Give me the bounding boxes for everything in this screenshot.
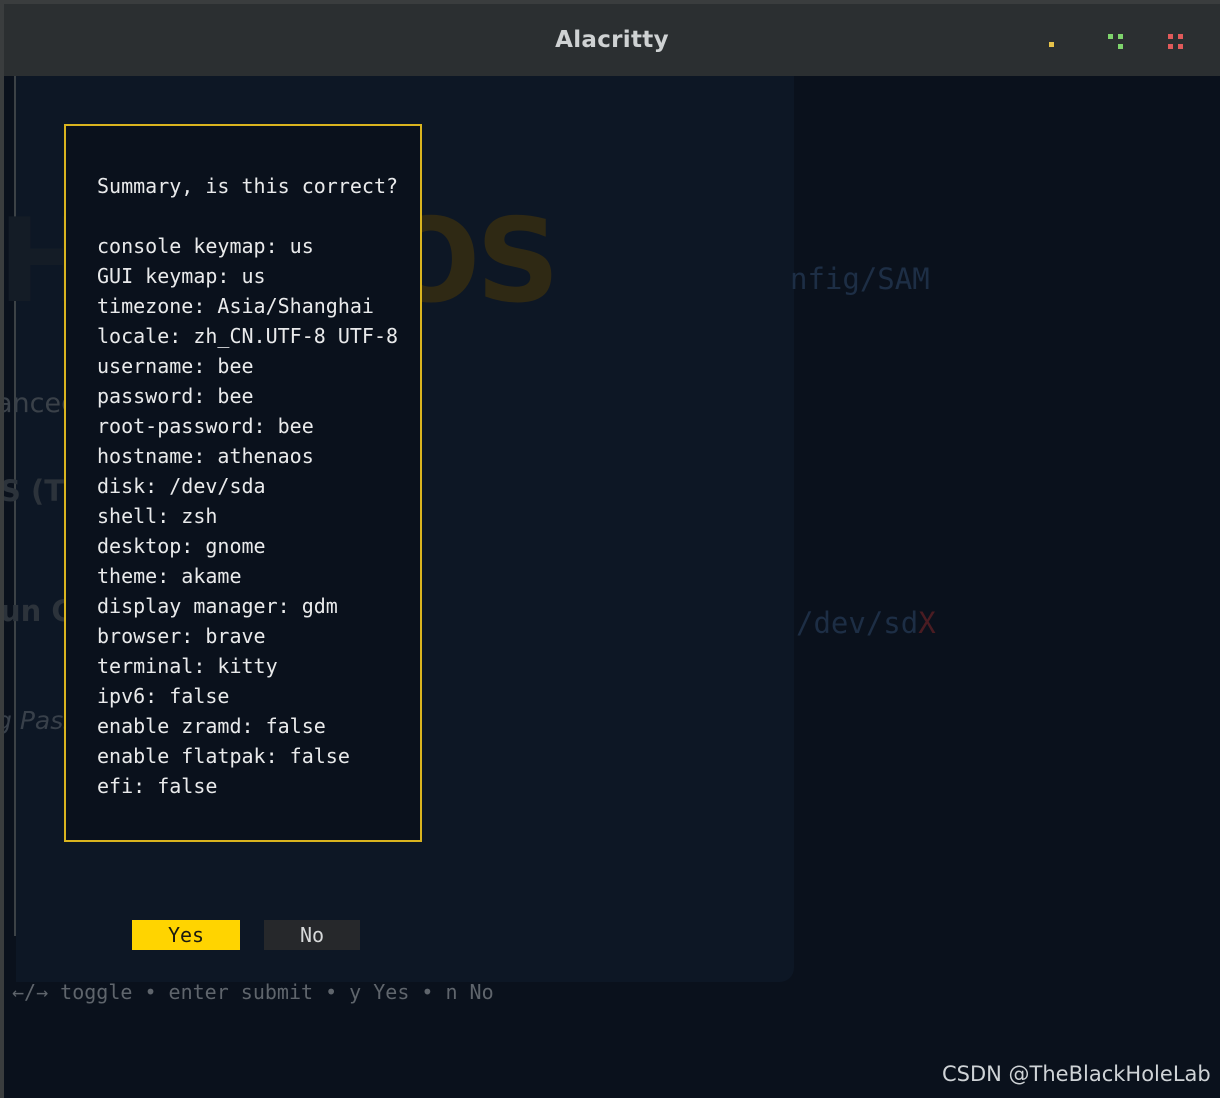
background-text-config-path: nfig/SAM	[790, 262, 930, 296]
summary-line: display manager: gdm	[97, 594, 338, 618]
window-title: Alacritty	[555, 27, 669, 53]
summary-line: desktop: gnome	[97, 534, 266, 558]
alacritty-window: Alacritty HENA OS anced Installation fai…	[4, 4, 1220, 1098]
summary-line: timezone: Asia/Shanghai	[97, 294, 374, 318]
close-button[interactable]	[1166, 32, 1188, 54]
summary-dialog: Summary, is this correct? console keymap…	[64, 124, 422, 842]
summary-line: efi: false	[97, 774, 218, 798]
yes-button[interactable]: Yes	[132, 920, 240, 950]
summary-line: theme: akame	[97, 564, 242, 588]
minimize-icon	[1049, 42, 1054, 47]
summary-line: shell: zsh	[97, 504, 218, 528]
keyboard-help-text: ←/→ toggle • enter submit • y Yes • n No	[12, 980, 494, 1004]
title-bar[interactable]: Alacritty	[4, 4, 1220, 76]
summary-line: password: bee	[97, 384, 254, 408]
summary-line: disk: /dev/sda	[97, 474, 266, 498]
summary-line: GUI keymap: us	[97, 264, 266, 288]
summary-line: enable flatpak: false	[97, 744, 350, 768]
summary-line: hostname: athenaos	[97, 444, 314, 468]
no-button[interactable]: No	[264, 920, 360, 950]
summary-line: console keymap: us	[97, 234, 314, 258]
summary-line: username: bee	[97, 354, 254, 378]
summary-line: locale: zh_CN.UTF-8 UTF-8	[97, 324, 399, 348]
minimize-button[interactable]	[1040, 32, 1062, 54]
summary-line: root-password: bee	[97, 414, 314, 438]
summary-line: browser: brave	[97, 624, 266, 648]
terminal-area[interactable]: HENA OS anced Installation fails S (TUI)…	[4, 76, 1220, 1098]
csdn-watermark: CSDN @TheBlackHoleLab	[942, 1062, 1211, 1086]
summary-line: terminal: kitty	[97, 654, 278, 678]
summary-line: enable zramd: false	[97, 714, 326, 738]
maximize-button[interactable]	[1106, 32, 1128, 54]
background-text-device-path: /dev/sdX	[796, 606, 936, 640]
dialog-heading: Summary, is this correct?	[97, 174, 399, 198]
summary-line: ipv6: false	[97, 684, 230, 708]
